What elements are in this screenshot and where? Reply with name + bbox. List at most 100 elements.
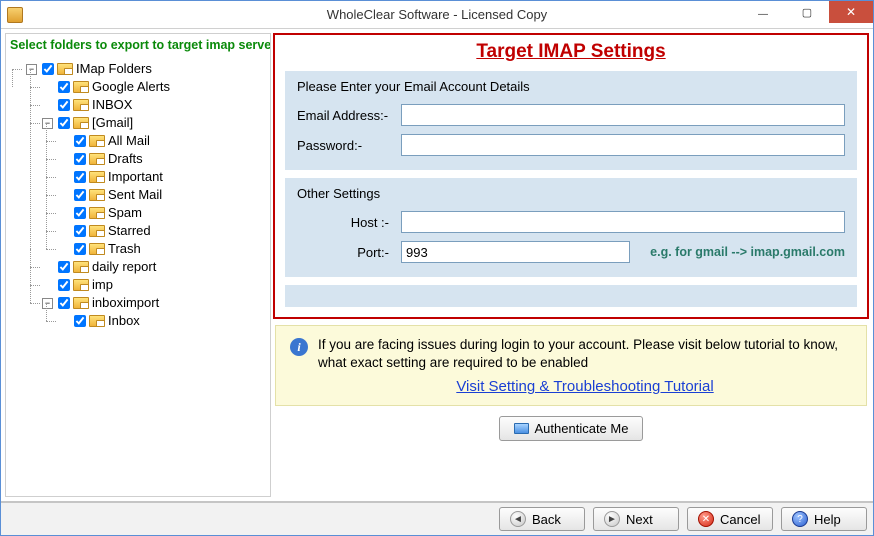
email-field[interactable]	[401, 104, 845, 126]
tree-label: Google Alerts	[92, 78, 170, 96]
folder-panel-header: Select folders to export to target imap …	[6, 34, 270, 58]
tree-checkbox[interactable]	[58, 279, 70, 291]
port-label: Port:-	[297, 245, 395, 260]
tree-node-gmail[interactable]: − [Gmail]	[42, 114, 133, 132]
folder-icon	[73, 279, 89, 291]
tree-node-inboximport[interactable]: − inboximport	[42, 294, 159, 312]
tree-checkbox[interactable]	[74, 189, 86, 201]
tree-label: Important	[108, 168, 163, 186]
tree-checkbox[interactable]	[74, 135, 86, 147]
app-window: WholeClear Software - Licensed Copy Sele…	[0, 0, 874, 536]
tree-checkbox[interactable]	[58, 99, 70, 111]
authenticate-button[interactable]: Authenticate Me	[499, 416, 644, 441]
troubleshooting-link[interactable]: Visit Setting & Troubleshooting Tutorial	[318, 378, 852, 395]
tree-node-trash[interactable]: Trash	[58, 240, 141, 258]
folder-open-icon	[514, 423, 529, 434]
tree-node-starred[interactable]: Starred	[58, 222, 151, 240]
host-field[interactable]	[401, 211, 845, 233]
tree-checkbox[interactable]	[42, 63, 54, 75]
port-field[interactable]	[401, 241, 630, 263]
folder-icon	[89, 153, 105, 165]
tree-label: Trash	[108, 240, 141, 258]
tree-checkbox[interactable]	[74, 243, 86, 255]
settings-panel: Target IMAP Settings Please Enter your E…	[273, 33, 869, 497]
folder-icon	[89, 171, 105, 183]
tree-node-inboximport-inbox[interactable]: Inbox	[58, 312, 140, 330]
tree-node-drafts[interactable]: Drafts	[58, 150, 143, 168]
next-arrow-icon: ►	[604, 511, 620, 527]
wizard-body: Select folders to export to target imap …	[1, 29, 873, 501]
minimize-button[interactable]	[741, 1, 785, 23]
folder-icon	[89, 135, 105, 147]
tree-checkbox[interactable]	[74, 225, 86, 237]
tree-checkbox[interactable]	[74, 171, 86, 183]
folder-icon	[73, 81, 89, 93]
info-text: If you are facing issues during login to…	[318, 336, 852, 372]
cancel-button[interactable]: ✕ Cancel	[687, 507, 773, 531]
tree-checkbox[interactable]	[58, 117, 70, 129]
other-settings-legend: Other Settings	[297, 186, 845, 201]
cancel-icon: ✕	[698, 511, 714, 527]
tree-checkbox[interactable]	[58, 81, 70, 93]
tree-checkbox[interactable]	[74, 207, 86, 219]
info-box: i If you are facing issues during login …	[275, 325, 867, 406]
help-icon: ?	[792, 511, 808, 527]
folder-icon	[89, 225, 105, 237]
tree-label: Inbox	[108, 312, 140, 330]
help-button[interactable]: ? Help	[781, 507, 867, 531]
folder-tree[interactable]: − IMap Folders Google Alerts INBOX − [Gma…	[6, 58, 270, 496]
folder-panel: Select folders to export to target imap …	[5, 33, 271, 497]
folder-icon	[57, 63, 73, 75]
tree-node-sent-mail[interactable]: Sent Mail	[58, 186, 162, 204]
close-button[interactable]	[829, 1, 873, 23]
tree-checkbox[interactable]	[58, 261, 70, 273]
tree-checkbox[interactable]	[58, 297, 70, 309]
authenticate-label: Authenticate Me	[535, 421, 629, 436]
tree-node-all-mail[interactable]: All Mail	[58, 132, 150, 150]
tree-checkbox[interactable]	[74, 315, 86, 327]
info-icon: i	[290, 338, 308, 356]
tree-label: INBOX	[92, 96, 132, 114]
back-label: Back	[532, 512, 561, 527]
expand-toggle-icon[interactable]: −	[42, 118, 53, 129]
folder-icon	[89, 315, 105, 327]
settings-title: Target IMAP Settings	[285, 41, 857, 63]
expand-toggle-icon[interactable]: −	[26, 64, 37, 75]
tree-label: inboximport	[92, 294, 159, 312]
tree-label: All Mail	[108, 132, 150, 150]
tree-label: imp	[92, 276, 113, 294]
next-button[interactable]: ► Next	[593, 507, 679, 531]
tree-label: Spam	[108, 204, 142, 222]
tree-node-spam[interactable]: Spam	[58, 204, 142, 222]
expand-toggle-icon[interactable]: −	[42, 298, 53, 309]
tree-node-inbox[interactable]: INBOX	[42, 96, 132, 114]
tree-label: Drafts	[108, 150, 143, 168]
cancel-label: Cancel	[720, 512, 760, 527]
spacer-strip	[285, 285, 857, 307]
tree-checkbox[interactable]	[74, 153, 86, 165]
account-details-legend: Please Enter your Email Account Details	[297, 79, 845, 94]
tree-node-important[interactable]: Important	[58, 168, 163, 186]
email-label: Email Address:-	[297, 108, 395, 123]
next-label: Next	[626, 512, 653, 527]
folder-icon	[89, 189, 105, 201]
folder-icon	[73, 297, 89, 309]
tree-label: [Gmail]	[92, 114, 133, 132]
folder-icon	[73, 117, 89, 129]
host-label: Host :-	[297, 215, 395, 230]
tree-node-imp[interactable]: imp	[42, 276, 113, 294]
titlebar: WholeClear Software - Licensed Copy	[1, 1, 873, 29]
folder-icon	[89, 207, 105, 219]
account-details-group: Please Enter your Email Account Details …	[285, 71, 857, 170]
app-icon	[7, 7, 23, 23]
maximize-button[interactable]	[785, 1, 829, 23]
host-hint: e.g. for gmail --> imap.gmail.com	[650, 245, 845, 259]
back-button[interactable]: ◄ Back	[499, 507, 585, 531]
tree-node-google-alerts[interactable]: Google Alerts	[42, 78, 170, 96]
password-field[interactable]	[401, 134, 845, 156]
tree-node-daily-report[interactable]: daily report	[42, 258, 156, 276]
tree-label: Starred	[108, 222, 151, 240]
tree-node-root[interactable]: − IMap Folders	[26, 60, 152, 78]
other-settings-group: Other Settings Host :- Port:- e.g. for g…	[285, 178, 857, 277]
tree-label: IMap Folders	[76, 60, 152, 78]
